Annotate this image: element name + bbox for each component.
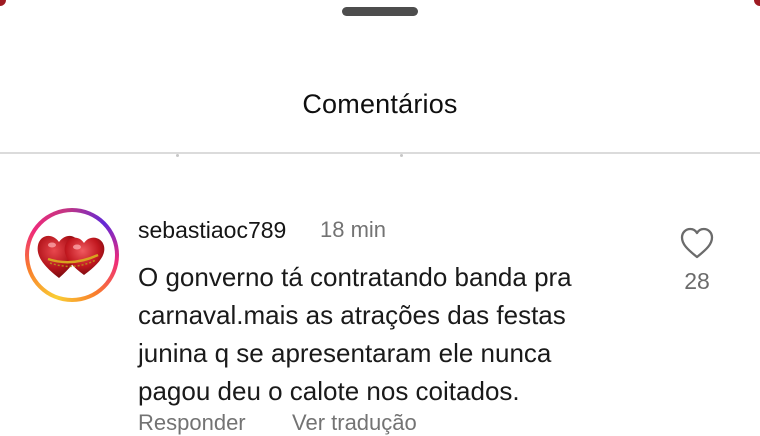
comment-item: sebastiaoc789 18 min O gonverno tá contr… <box>0 200 760 435</box>
reply-button[interactable]: Responder <box>138 410 246 436</box>
divider-shadow <box>176 154 406 158</box>
top-right-corner <box>754 0 760 6</box>
comment-text-line: O gonverno tá contratando banda pra <box>138 262 572 292</box>
heart-outline-icon[interactable] <box>679 226 715 260</box>
avatar[interactable] <box>32 215 112 295</box>
sheet-drag-handle[interactable] <box>342 7 418 16</box>
avatar-story-ring[interactable] <box>25 208 119 302</box>
comment-text-line: pagou deu o calote nos coitados. <box>138 376 520 406</box>
top-left-corner <box>0 0 6 6</box>
like-count: 28 <box>684 268 710 294</box>
see-translation-button[interactable]: Ver tradução <box>292 410 417 436</box>
comment-text-line: carnaval.mais as atrações das festas <box>138 300 566 330</box>
comment-text: O gonverno tá contratando banda pra carn… <box>138 258 658 410</box>
two-red-hearts-avatar-icon <box>32 215 112 295</box>
comment-username[interactable]: sebastiaoc789 <box>138 217 286 244</box>
sheet-title: Comentários <box>302 89 458 119</box>
comment-text-line: junina q se apresentaram ele nunca <box>138 338 552 368</box>
comment-time: 18 min <box>320 217 387 242</box>
